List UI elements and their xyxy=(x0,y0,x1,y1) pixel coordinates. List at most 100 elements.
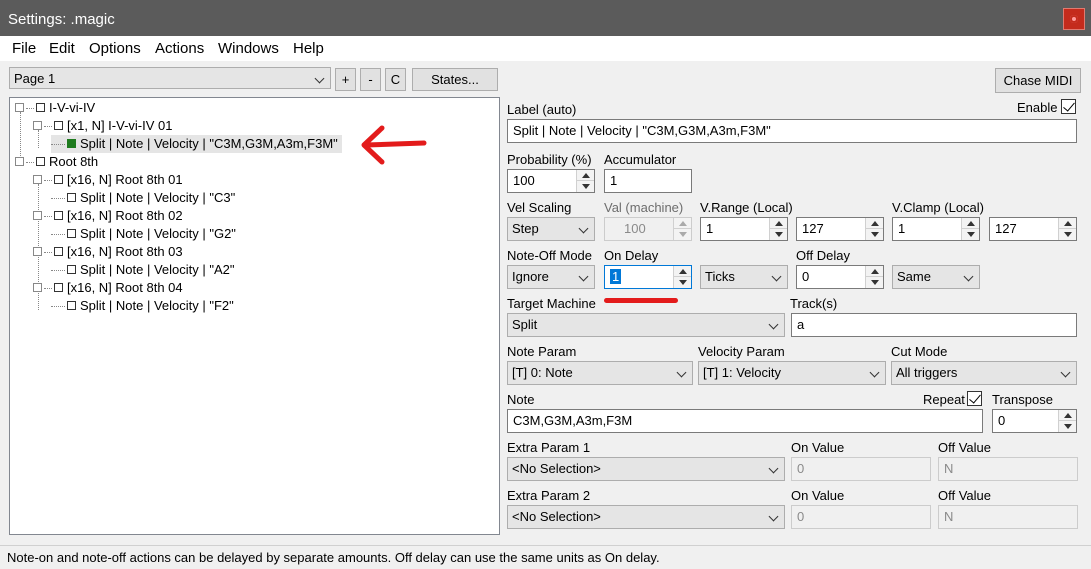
noteoff-mode-select[interactable]: Ignore xyxy=(507,265,595,289)
close-button[interactable] xyxy=(1063,8,1085,30)
collapse-icon[interactable] xyxy=(33,247,42,257)
transpose-spinner[interactable] xyxy=(1058,410,1076,432)
repeat-checkbox[interactable] xyxy=(967,391,982,406)
accumulator-input[interactable]: 1 xyxy=(604,169,692,193)
chevron-down-icon xyxy=(578,218,590,240)
tree-node-i-v-vi-iv-01[interactable]: [x1, N] I-V-vi-IV 01 xyxy=(33,117,172,135)
tree-node-label: [x16, N] Root 8th 02 xyxy=(67,208,183,223)
velocity-param-select[interactable]: [T] 1: Velocity xyxy=(698,361,886,385)
tree-node-i-v-vi-iv[interactable]: I-V-vi-IV xyxy=(15,99,95,117)
tree-node-root-8th-02[interactable]: [x16, N] Root 8th 02 xyxy=(33,207,183,225)
off-delay-spinner[interactable] xyxy=(865,266,883,288)
chevron-down-icon xyxy=(768,458,780,480)
chevron-down-icon xyxy=(676,362,688,384)
vel-scaling-select[interactable]: Step xyxy=(507,217,595,241)
tracks-label: Track(s) xyxy=(790,296,838,311)
remove-page-button[interactable]: - xyxy=(360,68,381,91)
target-machine-select[interactable]: Split xyxy=(507,313,785,337)
probability-spinner[interactable] xyxy=(576,170,594,192)
tree-node-label: Split | Note | Velocity | "A2" xyxy=(80,262,235,277)
tree-node-root-8th-01[interactable]: [x16, N] Root 8th 01 xyxy=(33,171,183,189)
collapse-icon[interactable] xyxy=(33,211,42,221)
vclamp-min-spinner[interactable] xyxy=(961,218,979,240)
transpose-value: 0 xyxy=(998,413,1006,428)
transpose-input[interactable]: 0 xyxy=(992,409,1077,433)
off-delay-input[interactable]: 0 xyxy=(796,265,884,289)
on-delay-input[interactable]: 1 xyxy=(604,265,692,289)
tree-node-split-chords[interactable]: Split | Note | Velocity | "C3M,G3M,A3m,F… xyxy=(51,135,342,153)
chevron-down-icon xyxy=(314,68,326,88)
extra-param-2-label: Extra Param 2 xyxy=(507,488,591,503)
vrange-min-spinner[interactable] xyxy=(769,218,787,240)
menu-edit[interactable]: Edit xyxy=(49,40,75,57)
tree-node-label: Split | Note | Velocity | "G2" xyxy=(80,226,236,241)
collapse-icon[interactable] xyxy=(15,157,24,167)
probability-input[interactable]: 100 xyxy=(507,169,595,193)
on-delay-label: On Delay xyxy=(604,248,659,263)
on-delay-spinner[interactable] xyxy=(673,266,691,288)
note-label: Note xyxy=(507,392,535,407)
node-box-icon xyxy=(67,265,76,275)
node-box-icon xyxy=(54,283,63,293)
extra-param-2-off-label: Off Value xyxy=(938,488,991,503)
status-text: Note-on and note-off actions can be dela… xyxy=(7,550,660,565)
vrange-min-input[interactable]: 1 xyxy=(700,217,788,241)
tree-node-split-f2[interactable]: Split | Note | Velocity | "F2" xyxy=(51,297,234,315)
extra-param-1-off-input: N xyxy=(938,457,1078,481)
tracks-input[interactable]: a xyxy=(791,313,1077,337)
page-select[interactable]: Page 1 xyxy=(9,67,331,89)
menu-help[interactable]: Help xyxy=(293,40,324,57)
cut-mode-select[interactable]: All triggers xyxy=(891,361,1077,385)
states-button[interactable]: States... xyxy=(412,68,498,91)
collapse-icon[interactable] xyxy=(33,121,42,131)
chase-midi-button[interactable]: Chase MIDI xyxy=(995,68,1081,93)
vclamp-label: V.Clamp (Local) xyxy=(892,200,985,215)
off-delay-label: Off Delay xyxy=(796,248,850,263)
enable-checkbox[interactable] xyxy=(1061,99,1076,114)
cut-mode-label: Cut Mode xyxy=(891,344,948,359)
collapse-icon[interactable] xyxy=(33,283,42,293)
on-delay-units-value: Ticks xyxy=(705,269,735,284)
vrange-max-spinner[interactable] xyxy=(865,218,883,240)
tree-node-root-8th-04[interactable]: [x16, N] Root 8th 04 xyxy=(33,279,183,297)
probability-label: Probability (%) xyxy=(507,152,592,167)
node-box-icon xyxy=(67,301,76,311)
vrange-max-input[interactable]: 127 xyxy=(796,217,884,241)
vclamp-max-spinner[interactable] xyxy=(1058,218,1076,240)
annotation-underline xyxy=(604,298,678,303)
on-delay-units-select[interactable]: Ticks xyxy=(700,265,788,289)
menu-file[interactable]: File xyxy=(12,40,36,57)
vclamp-max-input[interactable]: 127 xyxy=(989,217,1077,241)
note-input[interactable]: C3M,G3M,A3m,F3M xyxy=(507,409,983,433)
add-page-button[interactable]: + xyxy=(335,68,356,91)
vel-scaling-value: Step xyxy=(512,221,539,236)
off-delay-units-value: Same xyxy=(897,269,931,284)
menu-options[interactable]: Options xyxy=(89,40,141,57)
extra-param-2-select[interactable]: <No Selection> xyxy=(507,505,785,529)
val-machine-input: 100 xyxy=(604,217,692,241)
node-box-icon xyxy=(54,175,63,185)
tree-node-root-8th[interactable]: Root 8th xyxy=(15,153,98,171)
window-title: Settings: .magic xyxy=(8,11,115,28)
tree-node-split-g2[interactable]: Split | Note | Velocity | "G2" xyxy=(51,225,236,243)
menu-bar: File Edit Options Actions Windows Help xyxy=(0,37,1091,61)
enable-label: Enable xyxy=(1017,100,1058,115)
note-param-select[interactable]: [T] 0: Note xyxy=(507,361,693,385)
velocity-param-label: Velocity Param xyxy=(698,344,785,359)
collapse-icon[interactable] xyxy=(15,103,24,113)
tree-node-split-c3[interactable]: Split | Note | Velocity | "C3" xyxy=(51,189,235,207)
node-box-icon xyxy=(67,229,76,239)
extra-param-1-select[interactable]: <No Selection> xyxy=(507,457,785,481)
vclamp-min-input[interactable]: 1 xyxy=(892,217,980,241)
tree-node-split-a2[interactable]: Split | Note | Velocity | "A2" xyxy=(51,261,234,279)
menu-windows[interactable]: Windows xyxy=(218,40,279,57)
tree-node-root-8th-03[interactable]: [x16, N] Root 8th 03 xyxy=(33,243,183,261)
collapse-icon[interactable] xyxy=(33,175,42,185)
val-machine-spinner xyxy=(673,218,691,240)
clear-page-button[interactable]: C xyxy=(385,68,406,91)
off-delay-units-select[interactable]: Same xyxy=(892,265,980,289)
tree-node-label: [x16, N] Root 8th 04 xyxy=(67,280,183,295)
target-machine-value: Split xyxy=(512,317,538,332)
menu-actions[interactable]: Actions xyxy=(155,40,204,57)
label-input[interactable]: Split | Note | Velocity | "C3M,G3M,A3m,F… xyxy=(507,119,1077,143)
